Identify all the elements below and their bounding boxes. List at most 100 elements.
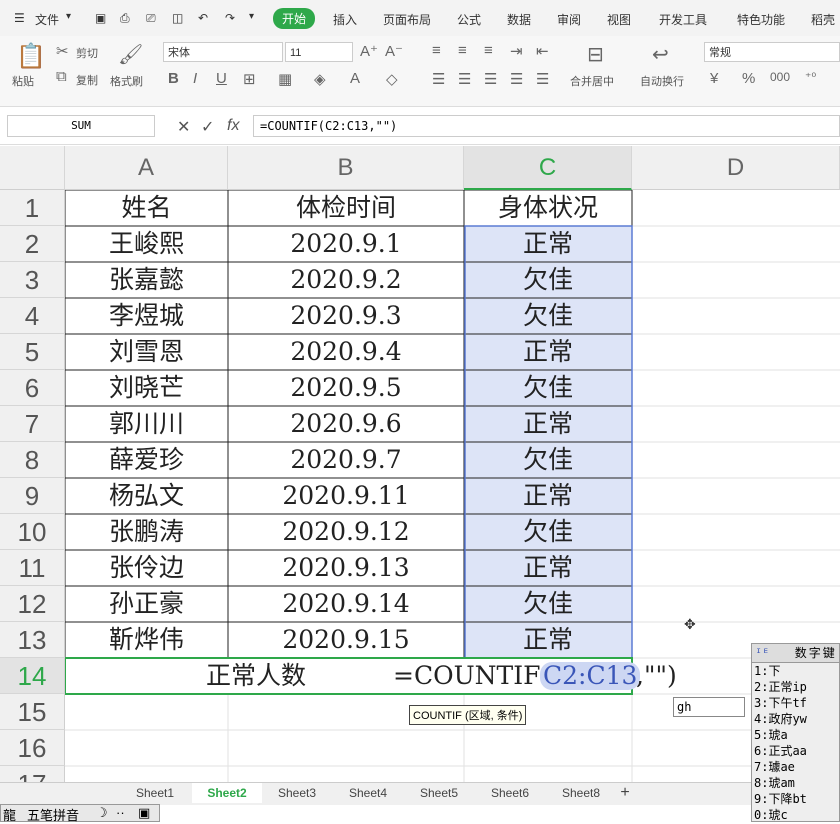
formula-input[interactable]: =COUNTIF(C2:C13,"") [253,115,840,137]
cell-status[interactable]: 欠佳 [464,298,632,334]
cell-date[interactable]: 2020.9.3 [228,298,464,334]
spreadsheet-grid[interactable]: A B C D 1 2 3 4 5 6 7 8 9 10 11 12 13 14… [0,146,840,782]
ime-candidate[interactable]: 2:正常ip [754,679,839,695]
column-header-d[interactable]: D [632,146,840,190]
cell-name[interactable]: 靳烨伟 [65,622,228,658]
cell-name[interactable]: 张伶边 [65,550,228,586]
sheet-tab[interactable]: Sheet1 [120,783,190,803]
font-size-select[interactable]: 11 [285,42,353,62]
cell-status[interactable]: 正常 [464,550,632,586]
undo-icon[interactable]: ↶ [198,11,208,25]
sheet-tab[interactable]: Sheet3 [262,783,332,803]
row-header[interactable]: 4 [0,298,65,334]
cut-icon[interactable]: ✂ [56,42,69,60]
row-header[interactable]: 9 [0,478,65,514]
save-icon[interactable]: ▣ [95,11,106,25]
align-left-icon[interactable]: ☰ [432,70,445,88]
format-painter-icon[interactable]: 🖌 [118,42,143,67]
underline-icon[interactable]: U [216,70,227,87]
cell-name[interactable]: 郭川川 [65,406,228,442]
paste-icon[interactable]: 📋 [16,42,46,71]
row-header[interactable]: 11 [0,550,65,586]
merge-center-icon[interactable]: ⊟ [587,42,604,67]
justify-icon[interactable]: ☰ [510,70,523,88]
percent-button[interactable]: % [742,70,755,87]
sheet-tab[interactable]: Sheet4 [333,783,403,803]
export-icon[interactable]: ⎙ [120,11,130,26]
tab-docer[interactable]: 稻壳 [811,11,835,28]
align-top-icon[interactable]: ≡ [432,42,441,59]
indent-icon[interactable]: ⇥ [510,42,523,60]
print-icon[interactable]: ⎚ [146,11,156,26]
row-header[interactable]: 10 [0,514,65,550]
ime-candidate[interactable]: 5:琥a [754,727,839,743]
cell-date[interactable]: 2020.9.13 [228,550,464,586]
border-icon[interactable]: ⊞ [243,70,256,88]
tab-home[interactable]: 开始 [273,8,316,29]
row-header[interactable]: 12 [0,586,65,622]
add-sheet-icon[interactable]: + [610,783,640,803]
cell-status[interactable]: 正常 [464,226,632,262]
decrease-font-icon[interactable]: A⁻ [385,42,403,60]
paste-button[interactable]: 粘贴 [12,73,34,89]
tab-insert[interactable]: 插入 [333,11,357,28]
ime-candidate[interactable]: 6:正式aa [754,743,839,759]
distribute-icon[interactable]: ☰ [536,70,549,88]
merge-center-button[interactable]: 合并居中 [570,73,614,89]
sheet-tab[interactable]: Sheet5 [404,783,474,803]
row-header[interactable]: 3 [0,262,65,298]
sheet-tab[interactable]: Sheet8 [546,783,616,803]
ime-candidate[interactable]: 8:琥am [754,775,839,791]
cancel-icon[interactable]: ✕ [177,117,190,137]
tab-data[interactable]: 数据 [507,11,531,28]
column-header-c[interactable]: C [464,146,632,190]
cell-status[interactable]: 欠佳 [464,370,632,406]
cell-name[interactable]: 张嘉懿 [65,262,228,298]
row-header[interactable]: 14 [0,658,65,694]
print-preview-icon[interactable]: ◫ [172,11,183,25]
ime-candidate[interactable]: 1:下 [754,663,839,679]
file-menu[interactable]: 文件 [35,11,59,28]
thousands-separator-icon[interactable]: 000 [770,70,790,84]
tab-page-layout[interactable]: 页面布局 [383,11,431,28]
cell-status[interactable]: 正常 [464,478,632,514]
cell-name[interactable]: 薛爱珍 [65,442,228,478]
sheet-tab[interactable]: Sheet6 [475,783,545,803]
format-painter-button[interactable]: 格式刷 [110,73,143,89]
cell-status[interactable]: 欠佳 [464,514,632,550]
bold-icon[interactable]: B [168,70,179,87]
cell-name[interactable]: 张鹏涛 [65,514,228,550]
hamburger-menu-icon[interactable]: ☰ [14,11,25,25]
row-header[interactable]: 2 [0,226,65,262]
ime-candidate[interactable]: 0:琥c [754,807,839,823]
ime-candidate[interactable]: 7:璩ae [754,759,839,775]
wrap-text-button[interactable]: 自动换行 [640,73,684,89]
ime-keyboard-icon[interactable]: ▣ [138,805,150,821]
font-color-icon[interactable]: A [350,70,360,87]
quick-access-dropdown-icon[interactable]: ▾ [249,11,254,22]
header-exam-time[interactable]: 体检时间 [228,190,464,226]
cut-button[interactable]: 剪切 [76,45,98,61]
outdent-icon[interactable]: ⇤ [536,42,549,60]
wrap-text-icon[interactable]: ↩ [652,42,669,67]
tab-view[interactable]: 视图 [607,11,631,28]
name-box[interactable]: SUM [7,115,155,137]
cell-name[interactable]: 李煜城 [65,298,228,334]
cell-date[interactable]: 2020.9.12 [228,514,464,550]
row-header[interactable]: 16 [0,730,65,766]
redo-icon[interactable]: ↷ [225,11,235,25]
currency-button[interactable]: ¥ [710,70,718,87]
increase-decimal-icon[interactable]: ⁺⁰ [805,70,816,84]
column-header-b[interactable]: B [228,146,464,190]
align-center-icon[interactable]: ☰ [458,70,471,88]
cell-status[interactable]: 正常 [464,406,632,442]
tab-formulas[interactable]: 公式 [457,11,481,28]
cell-date[interactable]: 2020.9.7 [228,442,464,478]
cell-date[interactable]: 2020.9.6 [228,406,464,442]
cell-status[interactable]: 欠佳 [464,586,632,622]
tab-review[interactable]: 审阅 [557,11,581,28]
ime-punctuation-icon[interactable]: ·· [116,805,125,820]
ime-status-bar[interactable]: 龍 五笔拼音 ☽ ·· ▣ [0,804,160,823]
cell-date[interactable]: 2020.9.11 [228,478,464,514]
sheet-tab-active[interactable]: Sheet2 [192,783,262,803]
